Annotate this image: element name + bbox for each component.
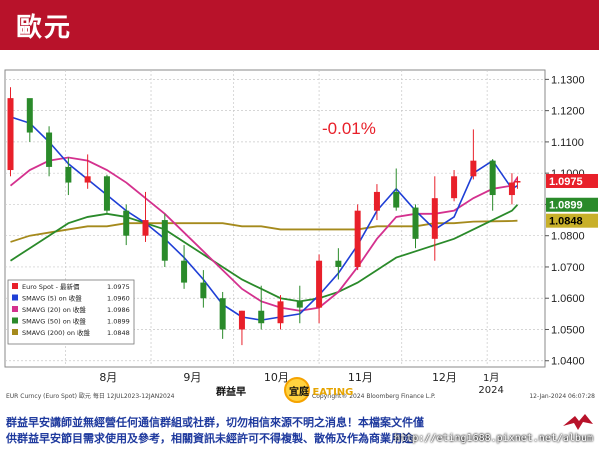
candle-body <box>123 210 130 236</box>
legend-value: 1.0960 <box>107 295 130 303</box>
candle-body <box>431 198 438 239</box>
legend-swatch <box>12 294 18 301</box>
candle-body <box>335 260 342 267</box>
price-chart: 1.04001.05001.06001.07001.08001.09001.10… <box>0 50 599 401</box>
legend-swatch <box>12 317 18 324</box>
candle-body <box>258 310 265 324</box>
eagle-logo-icon <box>563 414 593 430</box>
candle-body <box>508 182 515 196</box>
y-tick-label: 1.1200 <box>551 106 585 118</box>
legend-swatch <box>12 306 18 312</box>
candle-body <box>451 176 458 199</box>
candle-body <box>489 160 496 196</box>
candle-body <box>103 176 110 211</box>
candle-body <box>514 180 521 183</box>
y-tick-label: 1.1300 <box>551 74 585 86</box>
disclaimer-line-2: 供群益早安節目需求使用及參考，相關資訊未經許可不得複製、散佈及作為商業用途 <box>6 432 413 445</box>
legend-value: 1.0899 <box>107 318 130 326</box>
x-tick-label: 1月 <box>483 372 499 384</box>
candle-body <box>316 260 323 308</box>
chart-source-label: EUR Curncy (Euro Spot) 歐元 每日 12JUL2023-1… <box>6 392 175 400</box>
candle-body <box>84 176 91 183</box>
candle-body <box>161 220 168 261</box>
price-tag-label: 1.0899 <box>549 200 583 212</box>
candle-body <box>412 207 419 239</box>
watermark-brand: EATING <box>312 387 354 398</box>
header-bar: 歐元 <box>0 0 599 50</box>
price-tags: 1.0975 1.0899 1.0848 <box>546 173 598 228</box>
watermark-left: 群益早 <box>216 387 246 398</box>
price-tag-label: 1.0975 <box>549 176 583 188</box>
legend-label: SMAVG (20) on 收盤 <box>22 305 86 314</box>
legend-label: SMAVG (50) on 收盤 <box>22 317 86 326</box>
candle-body <box>46 132 53 167</box>
blog-url: http://eting1688.pixnet.net/album <box>394 433 593 444</box>
legend-value: 1.0848 <box>107 329 130 337</box>
y-tick-label: 1.0700 <box>551 262 585 274</box>
x-tick-label: 2024 <box>478 385 503 396</box>
y-tick-label: 1.0800 <box>551 231 585 243</box>
candle-body <box>26 98 33 133</box>
legend-label: SMAVG (200) on 收盤 <box>22 328 91 337</box>
candle-body <box>65 166 72 183</box>
y-tick-label: 1.1100 <box>551 137 584 149</box>
x-tick-label: 8月 <box>99 371 117 384</box>
candle-body <box>238 310 245 330</box>
watermark-right: 宜庭 <box>288 387 309 398</box>
candle-body <box>219 298 226 330</box>
x-tick-label: 9月 <box>183 371 201 384</box>
candle-body <box>373 191 380 211</box>
page-title: 歐元 <box>16 13 73 43</box>
candle-body <box>393 191 400 208</box>
y-tick-label: 1.0500 <box>551 324 585 336</box>
disclaimer-line-1: 群益早安講師並無經營任何通信群組或社群，切勿相信來源不明之消息！本檔案文件僅 <box>6 416 424 429</box>
legend-value: 1.0986 <box>107 306 130 314</box>
change-annotation: -0.01% <box>322 119 376 138</box>
candle-body <box>7 98 14 171</box>
legend-label: SMAVG (5) on 收盤 <box>22 294 82 303</box>
x-tick-label: 12月 <box>432 371 457 384</box>
candle-body <box>354 210 361 267</box>
y-tick-label: 1.0400 <box>551 356 585 368</box>
candle-body <box>142 220 149 236</box>
legend-swatch <box>12 329 18 335</box>
price-tag-label: 1.0848 <box>549 216 583 228</box>
legend: Euro Spot - 最新價 1.0975 SMAVG (5) on 收盤 1.09… <box>7 279 135 345</box>
chart-area: 1.04001.05001.06001.07001.08001.09001.10… <box>0 50 599 401</box>
legend-label: Euro Spot - 最新價 <box>22 282 80 291</box>
y-tick-label: 1.0600 <box>551 293 585 305</box>
legend-swatch <box>12 283 18 289</box>
legend-value: 1.0975 <box>107 283 130 291</box>
watermark: 群益早 宜庭 EATING <box>216 383 353 398</box>
chart-timestamp: 12-Jan-2024 06:07:28 <box>529 393 595 400</box>
candle-body <box>470 160 477 177</box>
candle-body <box>200 282 207 299</box>
candle-body <box>181 260 188 283</box>
candle-body <box>277 301 284 324</box>
candle-body <box>296 301 303 308</box>
